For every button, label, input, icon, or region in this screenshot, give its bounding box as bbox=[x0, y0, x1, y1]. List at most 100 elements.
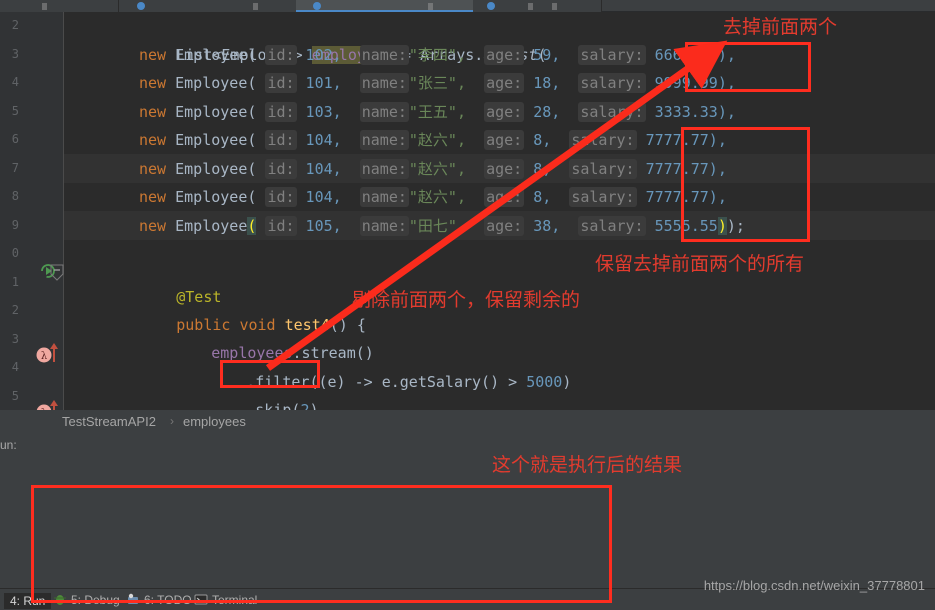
code-line-employee[interactable]: new Employee( id: 104, name: "赵六", age: 8… bbox=[139, 126, 727, 155]
token-new-keyword: new bbox=[139, 188, 176, 206]
code-line-employee[interactable]: new Employee( id: 102, name: "李四", age: 5… bbox=[139, 41, 736, 70]
tab-4-glyph bbox=[528, 3, 533, 10]
tab-3-icon bbox=[313, 2, 321, 10]
param-hint-name: name: bbox=[359, 44, 409, 65]
svg-text:λ: λ bbox=[41, 351, 48, 362]
editor-tab-strip[interactable] bbox=[0, 0, 935, 12]
tab-4-icon bbox=[487, 2, 495, 10]
param-hint-name: name: bbox=[359, 187, 409, 207]
code-line-employee[interactable]: new Employee( id: 104, name: "赵六", age: 8… bbox=[139, 183, 727, 212]
tab-3-glyph bbox=[428, 3, 433, 10]
param-hint-name: name: bbox=[359, 158, 409, 179]
param-hint-id: id: bbox=[265, 187, 297, 207]
annotation-this-is-the-result: 这个就是执行后的结果 bbox=[492, 454, 683, 476]
param-hint-salary: salary: bbox=[578, 44, 646, 65]
breadcrumb-separator: › bbox=[170, 414, 174, 428]
lambda-gutter-icon-1[interactable]: λ bbox=[36, 342, 60, 364]
param-hint-age: age: bbox=[484, 73, 525, 93]
token-new-keyword: new bbox=[139, 45, 176, 64]
token-name-value: "赵六", bbox=[408, 159, 466, 178]
editor-tab-3-selected[interactable] bbox=[296, 0, 473, 12]
param-hint-id: id: bbox=[265, 215, 297, 236]
token-id-value: 104, bbox=[296, 159, 342, 178]
token-age-value: 18, bbox=[524, 74, 561, 92]
token-name-value: "赵六", bbox=[408, 131, 466, 149]
token-new-keyword: new bbox=[139, 102, 176, 121]
redbox-skip-call bbox=[220, 360, 320, 388]
code-line-declaration[interactable]: List<Employee> employees = Arrays.asList… bbox=[104, 12, 547, 64]
token-id-value: 102, bbox=[296, 45, 342, 64]
fold-collapse-icon[interactable] bbox=[50, 264, 64, 282]
param-hint-age: age: bbox=[484, 44, 525, 65]
token-id-value: 103, bbox=[296, 102, 342, 121]
token-employee-class: Employee bbox=[175, 102, 248, 121]
breadcrumb[interactable]: TestStreamAPI2 › employees bbox=[0, 410, 935, 432]
code-line-employee[interactable]: new Employee( id: 105, name: "田七", age: 3… bbox=[139, 212, 745, 241]
param-hint-salary: salary: bbox=[578, 101, 646, 122]
param-hint-name: name: bbox=[359, 73, 409, 93]
param-hint-id: id: bbox=[265, 44, 297, 65]
code-line-method-signature[interactable]: public void test4() { bbox=[104, 282, 366, 334]
watermark-url: https://blog.csdn.net/weixin_37778801 bbox=[703, 578, 925, 593]
param-hint-salary: salary: bbox=[578, 215, 646, 236]
editor-tab-1[interactable] bbox=[0, 0, 118, 12]
breadcrumb-member[interactable]: employees bbox=[183, 414, 246, 429]
line-number: 0 bbox=[11, 246, 19, 260]
token-id-value: 104, bbox=[296, 188, 342, 206]
tab-1-glyph bbox=[42, 3, 47, 10]
param-hint-name: name: bbox=[359, 101, 409, 122]
token-name-value: "李四", bbox=[408, 45, 466, 64]
token-employee-class: Employee bbox=[175, 131, 248, 149]
token-employee-class: Employee bbox=[175, 74, 248, 92]
annotation-exclude-first-two-keep-rest: 剔除前面两个，保留剩余的 bbox=[352, 289, 581, 311]
code-line-employee[interactable]: new Employee( id: 101, name: "张三", age: 1… bbox=[139, 69, 736, 98]
editor-tab-2[interactable] bbox=[119, 0, 296, 12]
param-hint-salary: salary: bbox=[569, 158, 637, 179]
token-id-value: 105, bbox=[296, 216, 342, 235]
code-line-employee[interactable]: new Employee( id: 104, name: "赵六", age: 8… bbox=[139, 155, 727, 184]
token-age-value: 59, bbox=[524, 45, 561, 64]
param-hint-age: age: bbox=[484, 215, 525, 236]
token-id-value: 101, bbox=[296, 74, 342, 92]
code-line-stream[interactable]: employees.stream() bbox=[139, 310, 374, 362]
annotation-remove-first-two: 去掉前面两个 bbox=[723, 16, 838, 38]
code-line-annotation[interactable]: @Test bbox=[104, 254, 221, 306]
param-hint-id: id: bbox=[265, 130, 297, 150]
token-name-value: "赵六", bbox=[408, 188, 466, 206]
ide-window: 23456789012345 λ λ bbox=[0, 0, 935, 610]
redbox-salary-remaining bbox=[681, 127, 810, 242]
param-hint-age: age: bbox=[484, 130, 525, 150]
fold-column[interactable] bbox=[22, 12, 36, 410]
line-number: 6 bbox=[11, 132, 19, 146]
token-employee-class: Employee bbox=[175, 45, 248, 64]
breadcrumb-class[interactable]: TestStreamAPI2 bbox=[62, 414, 156, 429]
token-name-value: "张三", bbox=[408, 74, 466, 92]
tab-2-glyph bbox=[253, 3, 258, 10]
token-age-value: 8, bbox=[524, 188, 552, 206]
param-hint-salary: salary: bbox=[569, 187, 637, 207]
token-employee-class: Employee bbox=[175, 216, 248, 235]
tab-4-glyph-b bbox=[552, 3, 557, 10]
tab-separator-2 bbox=[601, 0, 602, 12]
param-hint-salary: salary: bbox=[578, 73, 646, 93]
line-number: 3 bbox=[11, 331, 19, 346]
line-number: 7 bbox=[11, 160, 19, 175]
code-line-employee[interactable]: new Employee( id: 103, name: "王五", age: 2… bbox=[139, 98, 736, 127]
line-number: 4 bbox=[11, 360, 19, 374]
